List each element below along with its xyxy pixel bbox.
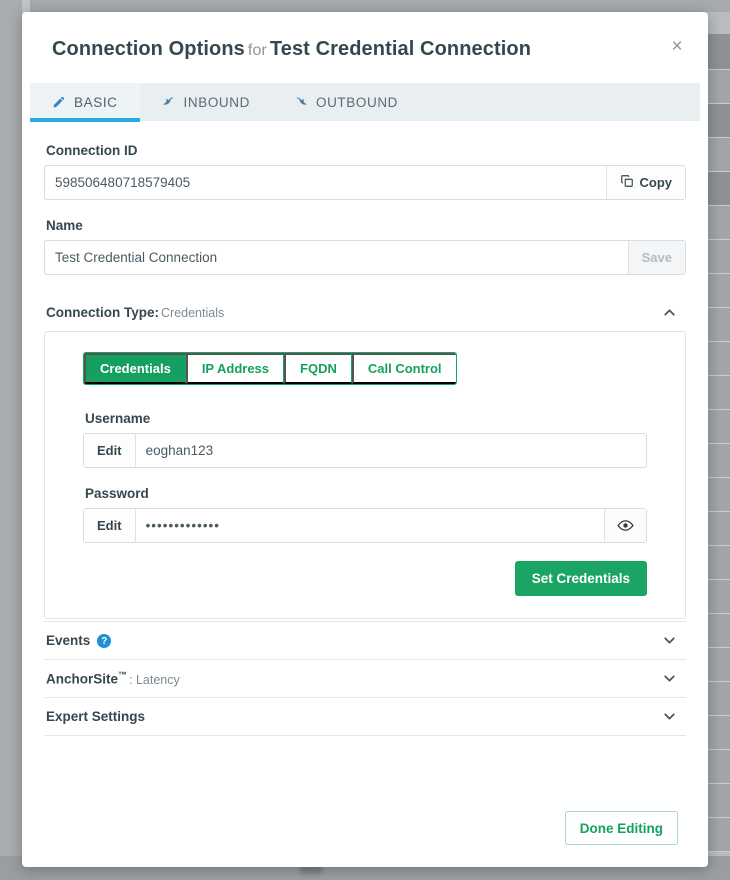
connection-type-options: Credentials IP Address FQDN Call Control xyxy=(83,352,457,385)
credentials-form: Username Edit eoghan123 Password Edit ••… xyxy=(65,411,665,543)
eye-icon[interactable] xyxy=(604,509,646,542)
password-value[interactable]: ••••••••••••• xyxy=(136,509,604,542)
password-label: Password xyxy=(85,486,149,501)
connection-options-modal: Connection Options for Test Credential Con… xyxy=(22,12,708,867)
expert-settings-label: Expert Settings xyxy=(46,709,146,724)
chevron-down-icon[interactable] xyxy=(661,632,678,649)
page-title: Connection Options for Test Credential Con… xyxy=(52,38,678,61)
anchorsite-header[interactable]: AnchorSite™: Latency xyxy=(44,659,686,697)
title-for: for xyxy=(247,42,267,59)
outbound-arrow-icon xyxy=(294,95,308,109)
name-value[interactable]: Test Credential Connection xyxy=(45,241,628,274)
tab-bar: BASIC INBOUND OUTBOUND xyxy=(30,83,700,122)
modal-footer: Done Editing xyxy=(22,811,708,867)
title-main: Connection Options xyxy=(52,38,245,60)
chevron-down-icon[interactable] xyxy=(661,708,678,725)
username-field[interactable]: Edit eoghan123 xyxy=(83,433,647,468)
chevron-up-icon[interactable] xyxy=(661,304,678,321)
connection-type-panel: Credentials IP Address FQDN Call Control… xyxy=(44,331,686,619)
name-label: Name xyxy=(46,218,83,233)
copy-button[interactable]: Copy xyxy=(605,166,685,199)
connection-id-field[interactable]: 598506480718579405 Copy xyxy=(44,165,686,200)
connection-id-label: Connection ID xyxy=(46,143,138,158)
option-ip-address[interactable]: IP Address xyxy=(185,353,285,384)
connection-type-title: Connection Type: Credentials xyxy=(46,305,224,320)
trademark-icon: ™ xyxy=(118,670,128,681)
save-button[interactable]: Save xyxy=(627,241,685,274)
password-field[interactable]: Edit ••••••••••••• xyxy=(83,508,647,543)
anchorsite-label: AnchorSite xyxy=(46,671,119,687)
sections-bottom-divider xyxy=(44,735,686,736)
tab-outbound[interactable]: OUTBOUND xyxy=(272,83,420,121)
pencil-icon xyxy=(52,95,66,109)
set-credentials-row: Set Credentials xyxy=(65,561,665,596)
anchorsite-value: : Latency xyxy=(129,672,180,687)
connection-type-header[interactable]: Connection Type: Credentials xyxy=(44,293,686,331)
tab-inbound-label: INBOUND xyxy=(183,94,250,110)
expert-settings-header[interactable]: Expert Settings xyxy=(44,697,686,735)
option-credentials[interactable]: Credentials xyxy=(84,353,186,384)
expert-settings-title: Expert Settings xyxy=(46,709,145,724)
done-editing-button[interactable]: Done Editing xyxy=(564,811,678,845)
events-title: Events? xyxy=(46,632,112,649)
connection-id-value[interactable]: 598506480718579405 xyxy=(45,166,606,199)
tab-basic-label: BASIC xyxy=(74,94,118,110)
name-field[interactable]: Test Credential Connection Save xyxy=(44,240,686,275)
events-label: Events xyxy=(46,632,91,648)
help-icon[interactable]: ? xyxy=(97,634,112,649)
username-label: Username xyxy=(85,411,151,426)
username-edit-button[interactable]: Edit xyxy=(84,434,136,467)
username-value[interactable]: eoghan123 xyxy=(136,434,646,467)
connection-type-value: Credentials xyxy=(161,305,225,320)
anchorsite-title: AnchorSite™: Latency xyxy=(46,670,180,687)
connection-type-label: Connection Type: xyxy=(46,304,159,320)
tab-basic[interactable]: BASIC xyxy=(30,83,140,122)
close-icon[interactable]: × xyxy=(664,34,690,60)
modal-header: Connection Options for Test Credential Con… xyxy=(22,12,708,61)
option-fqdn[interactable]: FQDN xyxy=(284,353,352,384)
set-credentials-button[interactable]: Set Credentials xyxy=(514,561,647,596)
password-edit-button[interactable]: Edit xyxy=(84,509,136,542)
title-target: Test Credential Connection xyxy=(269,38,532,60)
events-header[interactable]: Events? xyxy=(44,621,686,659)
copy-icon xyxy=(620,174,634,191)
modal-body: Connection ID 598506480718579405 Copy Na… xyxy=(22,121,708,736)
chevron-down-icon[interactable] xyxy=(661,670,678,687)
copy-button-label: Copy xyxy=(639,175,673,190)
tab-inbound[interactable]: INBOUND xyxy=(140,83,272,121)
option-call-control[interactable]: Call Control xyxy=(351,353,456,384)
tab-outbound-label: OUTBOUND xyxy=(315,94,399,110)
inbound-arrow-icon xyxy=(162,95,176,109)
backdrop-left-column xyxy=(0,0,22,880)
